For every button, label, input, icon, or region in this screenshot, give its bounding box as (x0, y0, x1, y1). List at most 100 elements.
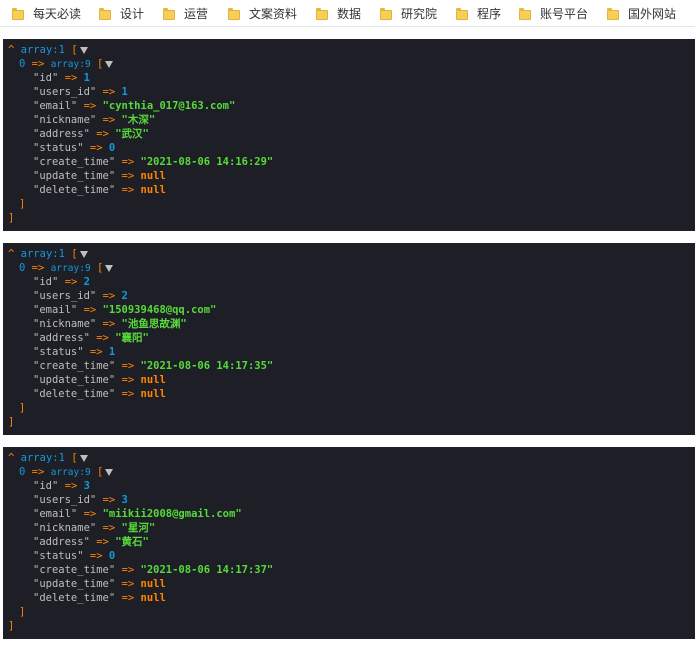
outer-close-bracket: ] (8, 620, 15, 632)
bookmark-folder-account-platform[interactable]: 账号平台 (519, 4, 588, 23)
inner-close-bracket: ] (19, 606, 26, 618)
field-key: "delete_time" (33, 592, 116, 604)
open-bracket: [ (97, 262, 104, 274)
field-key: "address" (33, 128, 90, 140)
arrow: => (102, 114, 116, 126)
field-value: "2021-08-06 14:16:29" (140, 156, 274, 168)
collapse-caret[interactable]: ^ (8, 248, 14, 260)
arrow: => (121, 360, 135, 372)
bookmark-label: 设计 (120, 7, 145, 21)
field-value: "武汉" (115, 128, 149, 140)
arrow: => (96, 332, 109, 344)
expand-toggle-icon[interactable] (105, 264, 114, 272)
field-key: "status" (33, 550, 84, 562)
dump-panel-2: ^ array:1 [ 0 => array:9 [ "id" => 2 "us… (3, 243, 695, 435)
arrow: => (102, 86, 116, 98)
field-row-id: "id" => 3 (33, 479, 90, 493)
bookmark-folder-design[interactable]: 设计 (99, 4, 144, 23)
bookmark-label: 文案资料 (249, 7, 298, 21)
bookmark-folder-foreign-sites[interactable]: 国外网站 (607, 4, 676, 23)
field-key: "nickname" (33, 318, 97, 330)
bookmarks-bar: 每天必读 设计 运营 文案资料 数据 研究院 程序 账号平台 国外网站 (0, 0, 695, 27)
field-row-nickname: "nickname" => "池鱼思故渊" (33, 317, 187, 331)
field-value: 3 (83, 480, 90, 492)
bookmark-label: 账号平台 (540, 7, 589, 21)
field-key: "address" (33, 536, 90, 548)
inner-array-line: 0 => array:9 [ (19, 465, 114, 479)
field-row-delete-time: "delete_time" => null (33, 591, 166, 605)
arrow: => (121, 388, 135, 400)
field-key: "create_time" (33, 360, 116, 372)
field-row-id: "id" => 1 (33, 71, 90, 85)
field-value: 2 (121, 290, 128, 302)
field-value: "黄石" (115, 536, 149, 548)
open-bracket: [ (97, 58, 104, 70)
field-key: "users_id" (33, 494, 97, 506)
expand-toggle-icon[interactable] (79, 454, 88, 462)
collapse-caret[interactable]: ^ (8, 452, 14, 464)
expand-toggle-icon[interactable] (105, 60, 114, 68)
arrow: => (89, 346, 103, 358)
arrow: => (83, 508, 97, 520)
collapse-caret[interactable]: ^ (8, 44, 14, 56)
folder-icon (519, 7, 532, 20)
bookmark-folder-operations[interactable]: 运营 (163, 4, 208, 23)
field-row-create-time: "create_time" => "2021-08-06 14:16:29" (33, 155, 273, 169)
arrow: => (102, 290, 116, 302)
field-key: "delete_time" (33, 388, 116, 400)
array-index: 0 (19, 262, 26, 274)
field-key: "create_time" (33, 564, 116, 576)
arrow: => (96, 128, 109, 140)
field-key: "id" (33, 72, 59, 84)
outer-array-label: array:1 (20, 248, 65, 260)
folder-icon (99, 7, 112, 20)
field-key: "email" (33, 100, 78, 112)
field-row-update-time: "update_time" => null (33, 577, 166, 591)
expand-toggle-icon[interactable] (79, 250, 88, 258)
arrow: => (96, 536, 109, 548)
bookmark-folder-programs[interactable]: 程序 (456, 4, 501, 23)
field-value: null (140, 184, 166, 196)
field-row-delete-time: "delete_time" => null (33, 183, 166, 197)
expand-toggle-icon[interactable] (79, 46, 88, 54)
bookmark-folder-daily-reading[interactable]: 每天必读 (12, 4, 81, 23)
field-value: "星河" (121, 522, 156, 534)
field-key: "id" (33, 480, 59, 492)
field-value: null (140, 170, 166, 182)
field-value: "木深" (121, 114, 156, 126)
array-index: 0 (19, 466, 26, 478)
field-value: 2 (83, 276, 90, 288)
bookmark-folder-data[interactable]: 数据 (316, 4, 361, 23)
field-value: 1 (121, 86, 128, 98)
array-index: 0 (19, 58, 26, 70)
arrow: => (83, 304, 97, 316)
arrow: => (64, 276, 78, 288)
field-row-update-time: "update_time" => null (33, 373, 166, 387)
open-bracket: [ (71, 44, 78, 56)
folder-icon (228, 7, 241, 20)
bookmark-folder-research[interactable]: 研究院 (380, 4, 437, 23)
field-row-address: "address" => "襄阳" (33, 331, 149, 345)
folder-icon (12, 7, 25, 20)
field-row-create-time: "create_time" => "2021-08-06 14:17:37" (33, 563, 273, 577)
field-value: "襄阳" (115, 332, 149, 344)
field-value: 0 (108, 550, 116, 562)
inner-array-line: 0 => array:9 [ (19, 57, 114, 71)
bookmark-label: 数据 (337, 7, 362, 21)
expand-toggle-icon[interactable] (105, 468, 114, 476)
open-bracket: [ (71, 452, 78, 464)
field-row-create-time: "create_time" => "2021-08-06 14:17:35" (33, 359, 273, 373)
bookmark-folder-copy-materials[interactable]: 文案资料 (228, 4, 297, 23)
arrow: => (89, 550, 103, 562)
field-value: "miikii2008@gmail.com" (102, 508, 242, 520)
field-value: null (140, 592, 166, 604)
field-value: null (140, 374, 166, 386)
field-key: "nickname" (33, 114, 97, 126)
arrow: => (121, 578, 135, 590)
field-row-nickname: "nickname" => "星河" (33, 521, 155, 535)
field-key: "id" (33, 276, 59, 288)
field-row-users-id: "users_id" => 2 (33, 289, 128, 303)
field-row-address: "address" => "武汉" (33, 127, 149, 141)
arrow: => (121, 374, 135, 386)
arrow: => (102, 522, 116, 534)
